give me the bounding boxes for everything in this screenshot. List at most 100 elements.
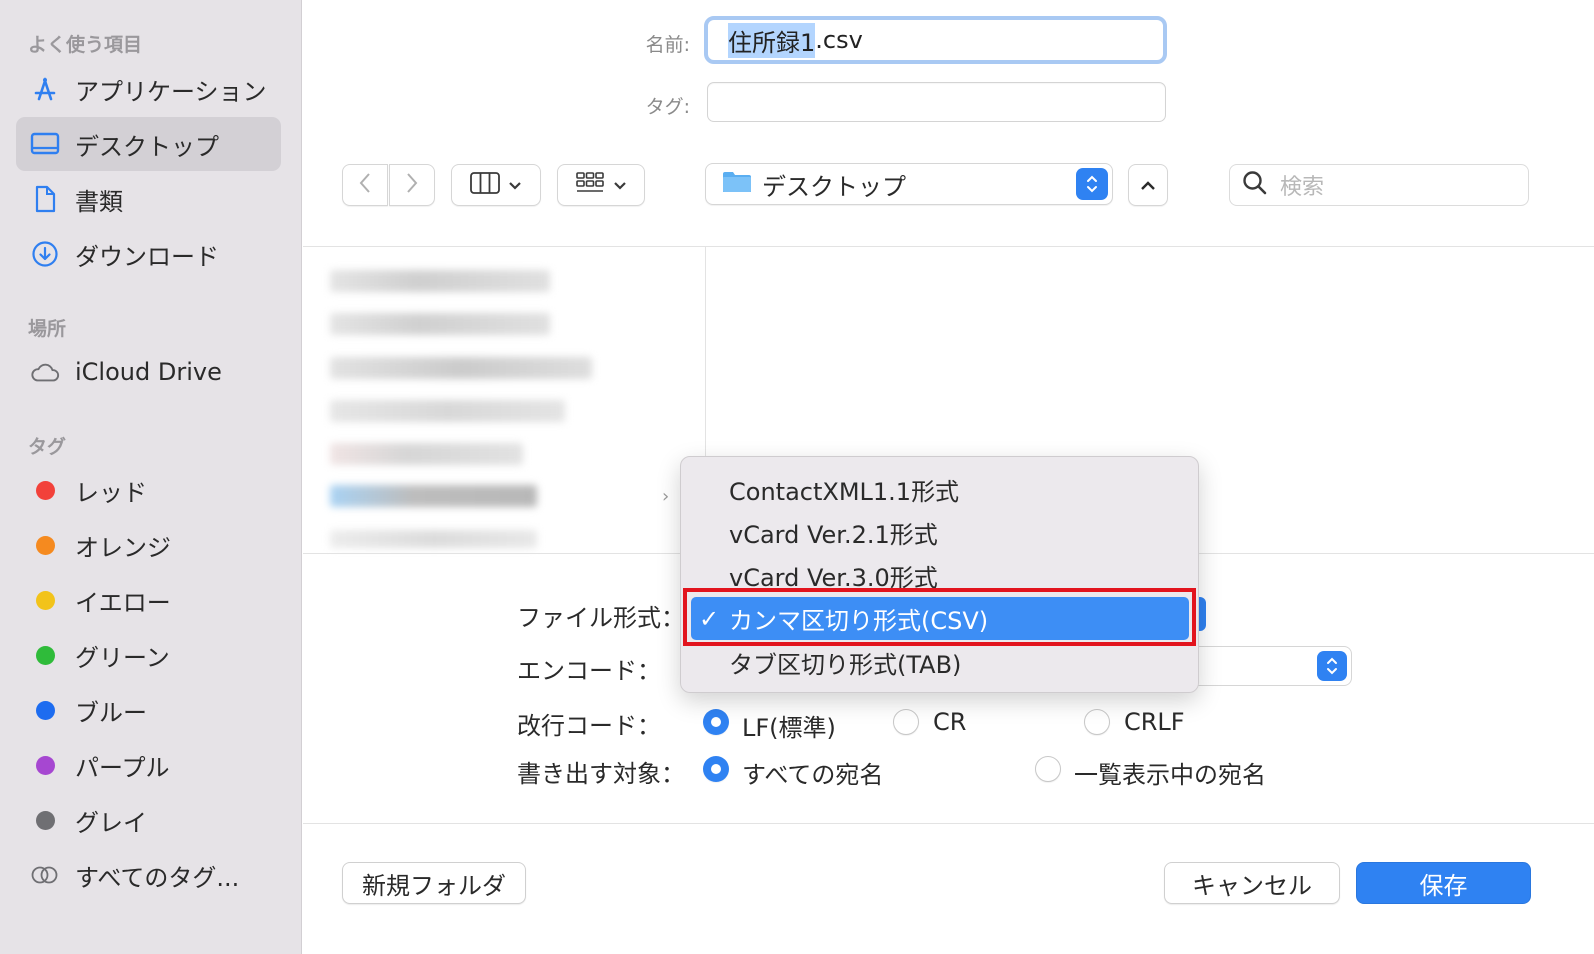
chevron-left-icon — [358, 172, 372, 198]
file-row[interactable] — [330, 400, 565, 422]
search-field[interactable]: 検索 — [1229, 164, 1529, 206]
all-tags-icon — [30, 860, 60, 890]
red-tag-icon — [30, 475, 60, 505]
sidebar-tag-blue[interactable]: ブルー — [16, 683, 281, 737]
expand-collapse-button[interactable] — [1128, 164, 1168, 206]
sidebar-tag-yellow[interactable]: イエロー — [16, 573, 281, 627]
applications-icon — [30, 74, 60, 104]
tag-label: タグ: — [645, 96, 690, 118]
back-button[interactable] — [342, 164, 388, 206]
newline-lf-label: LF(標準) — [742, 714, 836, 742]
sidebar-tag-red[interactable]: レッド — [16, 463, 281, 517]
favorites-heading: よく使う項目 — [28, 34, 143, 56]
sidebar-tag-purple[interactable]: パープル — [16, 738, 281, 792]
document-icon — [30, 184, 60, 214]
sidebar-item-documents[interactable]: 書類 — [16, 172, 281, 226]
sidebar-tag-gray[interactable]: グレイ — [16, 793, 281, 847]
sidebar-item-label: すべてのタグ... — [75, 863, 240, 892]
file-row[interactable] — [330, 357, 592, 379]
chevron-up-icon — [1140, 176, 1156, 195]
chevron-right-icon: › — [662, 486, 670, 507]
updown-stepper-icon — [1076, 168, 1108, 200]
forward-button[interactable] — [389, 164, 435, 206]
name-extension: .csv — [815, 26, 863, 54]
group-view-button[interactable] — [557, 164, 645, 206]
file-row-folder[interactable] — [330, 485, 537, 507]
sidebar-item-label: パープル — [75, 753, 170, 782]
save-button[interactable]: 保存 — [1356, 862, 1531, 904]
search-icon — [1242, 170, 1268, 200]
annotation-highlight-box — [683, 588, 1196, 646]
download-icon — [30, 239, 60, 269]
sidebar-item-downloads[interactable]: ダウンロード — [16, 227, 281, 281]
sidebar-item-label: グリーン — [75, 643, 170, 672]
chevron-down-icon — [613, 176, 627, 195]
tags-field[interactable] — [707, 82, 1166, 122]
menu-item-vcard21[interactable]: vCard Ver.2.1形式 — [691, 511, 1189, 554]
yellow-tag-icon — [30, 585, 60, 615]
encode-popup[interactable] — [1190, 646, 1352, 686]
chevron-right-icon — [405, 172, 419, 198]
folder-icon — [722, 170, 752, 198]
export-all-radio[interactable] — [703, 756, 729, 782]
browser-top-divider — [303, 246, 1594, 247]
chevron-down-icon — [508, 176, 522, 195]
export-visible-label: 一覧表示中の宛名 — [1074, 761, 1266, 789]
cancel-button[interactable]: キャンセル — [1164, 862, 1340, 904]
sidebar-item-desktop[interactable]: デスクトップ — [16, 117, 281, 171]
file-format-menu: ContactXML1.1形式 vCard Ver.2.1形式 vCard Ve… — [680, 456, 1199, 693]
desktop-icon — [30, 129, 60, 159]
sidebar-item-label: イエロー — [75, 588, 171, 617]
new-folder-button[interactable]: 新規フォルダ — [342, 862, 526, 904]
locations-heading: 場所 — [28, 318, 67, 340]
file-format-label: ファイル形式： — [517, 604, 685, 632]
newline-crlf-label: CRLF — [1124, 708, 1185, 736]
grid-icon — [575, 171, 605, 199]
tags-heading: タグ — [28, 436, 67, 458]
file-row[interactable] — [330, 443, 523, 465]
sidebar-tag-orange[interactable]: オレンジ — [16, 518, 281, 572]
sidebar-item-icloud[interactable]: iCloud Drive — [16, 345, 281, 399]
menu-item-tab[interactable]: タブ区切り形式(TAB) — [691, 641, 1189, 684]
sidebar-item-label: 書類 — [75, 187, 123, 216]
name-selected-text: 住所録1 — [728, 22, 816, 58]
sidebar-item-label: ダウンロード — [75, 242, 219, 271]
encode-label: エンコード： — [517, 657, 661, 685]
export-all-label: すべての宛名 — [742, 761, 884, 789]
cloud-icon — [30, 357, 60, 387]
newline-crlf-radio[interactable] — [1084, 709, 1110, 735]
footer-divider — [303, 823, 1594, 824]
newline-lf-radio[interactable] — [703, 709, 729, 735]
sidebar-item-label: アプリケーション — [75, 77, 267, 106]
blue-tag-icon — [30, 695, 60, 725]
green-tag-icon — [30, 640, 60, 670]
sidebar-item-label: グレイ — [75, 808, 147, 837]
purple-tag-icon — [30, 750, 60, 780]
file-row[interactable] — [330, 270, 550, 292]
newline-label: 改行コード： — [517, 712, 661, 740]
name-label: 名前: — [645, 34, 690, 56]
gray-tag-icon — [30, 805, 60, 835]
sidebar-item-label: iCloud Drive — [75, 358, 222, 386]
export-visible-radio[interactable] — [1035, 756, 1061, 782]
sidebar: よく使う項目 アプリケーション デスクトップ 書類 ダウンロード 場所 iClo… — [0, 0, 302, 954]
sidebar-item-label: ブルー — [75, 698, 147, 727]
sidebar-all-tags[interactable]: すべてのタグ... — [16, 848, 281, 902]
file-row[interactable] — [330, 313, 550, 335]
location-label: デスクトップ — [762, 172, 906, 201]
sidebar-tag-green[interactable]: グリーン — [16, 628, 281, 682]
search-placeholder: 検索 — [1280, 175, 1325, 200]
location-popup[interactable]: デスクトップ — [705, 163, 1113, 205]
column-view-button[interactable] — [451, 164, 541, 206]
name-field[interactable]: 住所録1 .csv — [704, 16, 1167, 64]
sidebar-item-applications[interactable]: アプリケーション — [16, 62, 281, 116]
orange-tag-icon — [30, 530, 60, 560]
file-row[interactable] — [330, 530, 537, 548]
newline-cr-radio[interactable] — [893, 709, 919, 735]
newline-cr-label: CR — [933, 708, 967, 736]
sidebar-item-label: デスクトップ — [75, 132, 219, 161]
menu-item-contactxml[interactable]: ContactXML1.1形式 — [691, 468, 1189, 511]
sidebar-item-label: オレンジ — [75, 533, 171, 562]
sidebar-item-label: レッド — [75, 478, 147, 507]
export-target-label: 書き出す対象： — [517, 760, 685, 788]
